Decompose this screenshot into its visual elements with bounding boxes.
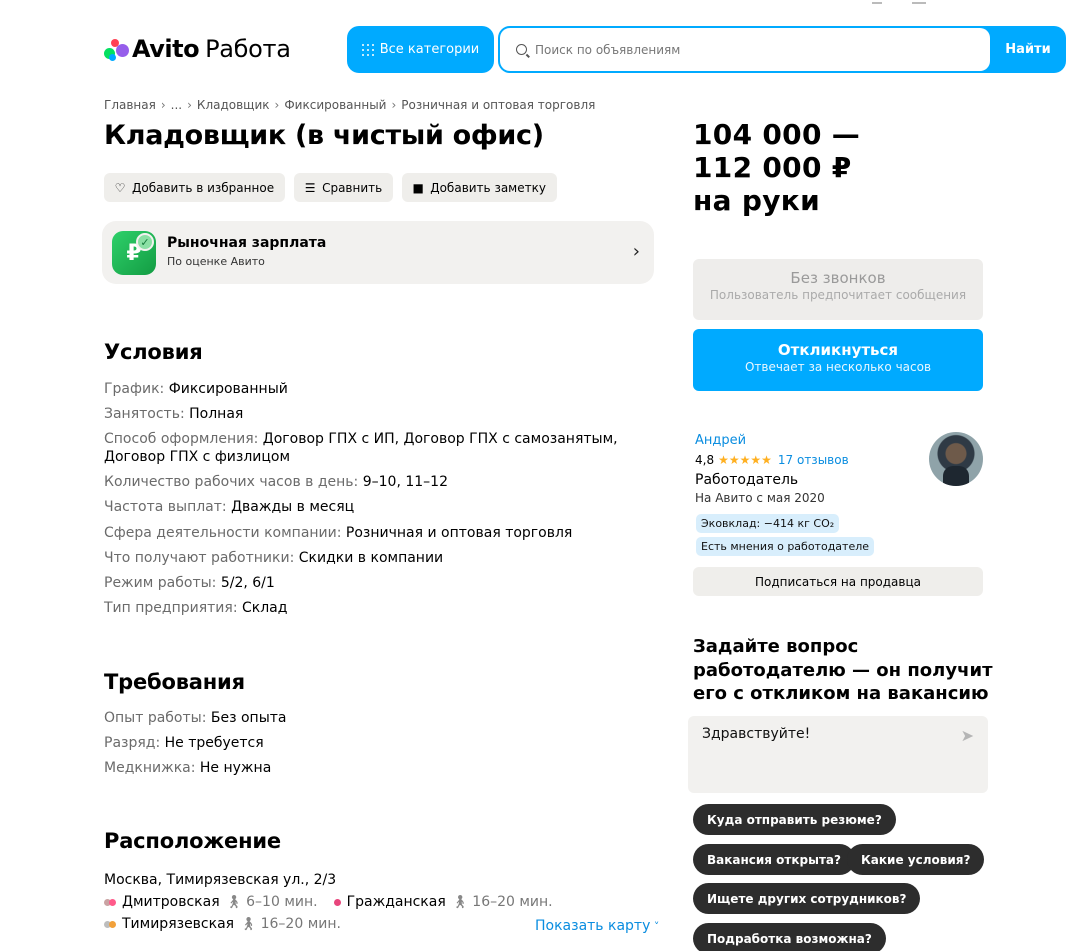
search-icon <box>516 44 527 55</box>
breadcrumb-item[interactable]: Фиксированный <box>284 98 386 112</box>
metro-line-icon <box>104 898 116 906</box>
chevron-right-icon: › <box>274 98 280 112</box>
respond-title: Откликнуться <box>777 341 899 359</box>
breadcrumb-item[interactable]: Розничная и оптовая торговля <box>401 98 595 112</box>
walking-icon: 🚶︎ <box>225 894 243 910</box>
metro-line-icon <box>104 920 116 928</box>
reviews-badge[interactable]: Есть мнения о работодателе <box>696 537 875 556</box>
no-calls-subtitle: Пользователь предпочитает сообщения <box>709 288 967 302</box>
salary-price: 104 000 — 112 000 ₽ на руки <box>693 118 861 217</box>
condition-row: Занятость: Полная <box>104 406 244 422</box>
breadcrumb-item[interactable]: Главная <box>104 98 156 112</box>
add-note-button[interactable]: ■ Добавить заметку <box>402 173 557 202</box>
cart-icon[interactable] <box>912 0 926 4</box>
metro-station: Тимирязевская 🚶︎ 16–20 мин. <box>104 916 341 932</box>
logo-section: Работа <box>205 35 291 63</box>
quick-question-chip[interactable]: Какие условия? <box>847 844 985 875</box>
breadcrumb: Главная › ... › Кладовщик › Фиксированный › … <box>104 98 595 112</box>
breadcrumb-item[interactable]: Кладовщик <box>197 98 270 112</box>
page-title: Кладовщик (в чистый офис) <box>104 120 544 151</box>
show-map-link[interactable]: Показать карту ˅ <box>535 918 659 934</box>
heart-icon[interactable] <box>872 0 882 4</box>
respond-button[interactable]: Откликнуться Отвечает за несколько часов <box>693 329 983 391</box>
condition-row: График: Фиксированный <box>104 381 288 397</box>
condition-row: Тип предприятия: Склад <box>104 600 288 616</box>
search-button[interactable]: Найти <box>990 26 1066 73</box>
market-salary-subtitle: По оценке Авито <box>167 255 265 268</box>
condition-row: Частота выплат: Дважды в месяц <box>104 499 355 515</box>
compare-button[interactable]: ☰ Сравнить <box>294 173 394 202</box>
check-icon: ✓ <box>136 233 154 251</box>
note-label: Добавить заметку <box>430 180 546 195</box>
requirement-row: Опыт работы: Без опыта <box>104 710 287 726</box>
rating-stars-icon: ★★★★★ <box>718 453 772 467</box>
quick-question-chip[interactable]: Ищете других сотрудников? <box>693 883 921 914</box>
quick-question-chip[interactable]: Подработка возможна? <box>693 923 886 951</box>
condition-row: Режим работы: 5/2, 6/1 <box>104 575 275 591</box>
grid-icon <box>361 43 374 56</box>
condition-row: Способ оформления: Договор ГПХ с ИП, Дог… <box>104 431 618 465</box>
chevron-right-icon: › <box>187 98 192 112</box>
search-placeholder: Поиск по объявлениям <box>535 42 681 57</box>
all-categories-button[interactable]: Все категории <box>347 26 494 73</box>
chevron-right-icon: › <box>391 98 397 112</box>
eco-badge[interactable]: Эковклад: −414 кг CO₂ <box>696 514 840 533</box>
chevron-down-icon: ˅ <box>650 920 660 933</box>
condition-row: Что получают работники: Скидки в компани… <box>104 550 444 566</box>
heart-icon: ♡ <box>114 180 126 195</box>
compare-label: Сравнить <box>322 180 383 195</box>
market-salary-card[interactable]: ₽ ✓ Рыночная зарплата По оценке Авито › <box>102 221 654 284</box>
no-calls-title: Без звонков <box>790 269 886 287</box>
condition-row: Сфера деятельности компании: Розничная и… <box>104 525 573 541</box>
logo-dots-icon <box>104 37 129 61</box>
compare-icon: ☰ <box>304 180 316 195</box>
condition-row: Количество рабочих часов в день: 9–10, 1… <box>104 474 448 490</box>
avatar[interactable] <box>929 432 983 486</box>
address: Москва, Тимирязевская ул., 2/3 <box>104 872 337 888</box>
send-icon[interactable]: ➤ <box>961 726 974 745</box>
question-input[interactable]: Здравствуйте! <box>688 716 948 793</box>
search-input[interactable]: Поиск по объявлениям <box>500 28 990 71</box>
walking-icon: 🚶︎ <box>240 916 257 932</box>
metro-line-icon <box>333 898 341 906</box>
requirements-heading: Требования <box>104 670 245 694</box>
top-utility-strip <box>0 0 1081 6</box>
seller-name[interactable]: Андрей <box>695 433 746 448</box>
metro-station: Дмитровская 🚶︎ 6–10 мин. Гражданская 🚶︎ … <box>104 894 553 910</box>
requirement-row: Разряд: Не требуется <box>104 735 264 751</box>
search-bar: Поиск по объявлениям Найти <box>498 26 1066 73</box>
reviews-link[interactable]: 17 отзывов <box>778 453 849 467</box>
question-box: Здравствуйте! ➤ <box>688 716 988 793</box>
logo-brand: Avito <box>132 35 200 63</box>
quick-question-chip[interactable]: Вакансия открыта? <box>693 844 855 875</box>
ask-question-heading: Задайте вопрос работодателю — он получит… <box>693 636 993 704</box>
chevron-right-icon: › <box>160 98 166 112</box>
note-icon: ■ <box>412 180 424 195</box>
add-to-favorites-button[interactable]: ♡ Добавить в избранное <box>104 173 286 202</box>
listing-actions: ♡ Добавить в избранное ☰ Сравнить ■ Доба… <box>104 173 557 202</box>
seller-role: Работодатель <box>695 472 799 488</box>
seller-rating: 4,8 ★★★★★ 17 отзывов <box>695 453 849 467</box>
quick-question-chip[interactable]: Куда отправить резюме? <box>693 804 896 835</box>
subscribe-button[interactable]: Подписаться на продавца <box>693 567 983 596</box>
all-categories-label: Все категории <box>379 42 480 57</box>
favorite-label: Добавить в избранное <box>132 180 275 195</box>
requirement-row: Медкнижка: Не нужна <box>104 760 272 776</box>
location-heading: Расположение <box>104 829 281 853</box>
conditions-heading: Условия <box>104 340 203 364</box>
market-salary-title: Рыночная зарплата <box>167 235 327 251</box>
avito-logo[interactable]: Avito Работа <box>104 34 291 64</box>
no-calls-button[interactable]: Без звонков Пользователь предпочитает со… <box>693 259 983 320</box>
seller-since: На Авито с мая 2020 <box>695 491 825 505</box>
chevron-right-icon: › <box>632 241 640 262</box>
respond-subtitle: Отвечает за несколько часов <box>744 360 932 374</box>
breadcrumb-item[interactable]: ... <box>171 98 182 112</box>
walking-icon: 🚶︎ <box>451 894 469 910</box>
